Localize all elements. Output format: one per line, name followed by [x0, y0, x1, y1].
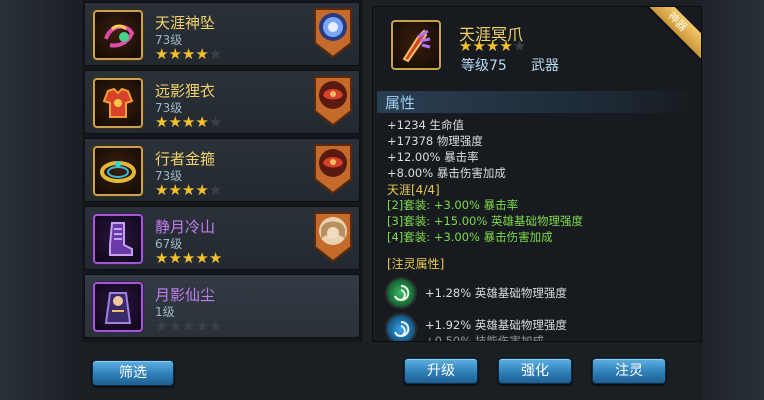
- claw-weapon-icon: [391, 20, 441, 70]
- circlet-icon: [93, 146, 143, 196]
- star-icon: ★: [181, 249, 196, 267]
- star-icon: ★: [208, 181, 223, 199]
- red-hero-badge: [313, 75, 353, 127]
- detail-type: 武器: [531, 58, 559, 74]
- star-rating: ★★★★★: [459, 37, 526, 55]
- equipment-list[interactable]: 天涯神坠 73级 ★★★★★ 远影狸衣 73级 ★★★★★ 行者金箍 73级 ★…: [82, 0, 362, 342]
- upgrade-button[interactable]: 升级: [404, 358, 478, 384]
- star-icon: ★: [168, 45, 182, 63]
- set-bonus-line: [2]套装: +3.00% 暴击率: [387, 198, 519, 212]
- enhance-button[interactable]: 强化: [498, 358, 572, 384]
- detail-level: 等级75: [461, 58, 507, 74]
- star-icon: ★: [485, 37, 500, 55]
- item-detail-panel: 神器 天涯冥爪 ★★★★★ 等级75 武器 属性 +1234 生命值 +1737…: [372, 6, 702, 342]
- star-icon: ★: [195, 181, 209, 199]
- attributes-header-bar: [377, 91, 697, 113]
- star-icon: ★: [499, 37, 513, 55]
- star-icon: ★: [208, 317, 223, 335]
- star-icon: ★: [195, 249, 209, 267]
- detail-header: 天涯冥爪 ★★★★★ 等级75 武器: [373, 7, 701, 87]
- star-icon: ★: [168, 249, 182, 267]
- stat-line: +8.00% 暴击伤害加成: [387, 166, 506, 180]
- star-icon: ★: [195, 45, 209, 63]
- robe-icon: [93, 282, 143, 332]
- action-bar: 筛选 升级 强化 注灵: [82, 342, 702, 400]
- green-spirit-icon: [387, 279, 415, 307]
- star-icon: ★: [181, 45, 196, 63]
- star-icon: ★: [512, 37, 527, 55]
- star-icon: ★: [155, 113, 169, 131]
- item-name: 天涯神坠: [155, 14, 216, 32]
- spirit-line: +1.28% 英雄基础物理强度: [425, 286, 567, 300]
- star-icon: ★: [195, 317, 209, 335]
- blue-hero-badge: [313, 7, 353, 59]
- star-icon: ★: [208, 45, 223, 63]
- star-rating: ★★★★★: [155, 113, 222, 131]
- stat-line: +12.00% 暴击率: [387, 150, 479, 164]
- item-name: 行者金箍: [155, 150, 216, 168]
- star-icon: ★: [168, 317, 182, 335]
- item-name: 远影狸衣: [155, 82, 216, 100]
- spirit-title: [注灵属性]: [387, 257, 445, 271]
- star-rating: ★★★★★: [155, 181, 222, 199]
- red-hero-badge: [313, 143, 353, 195]
- star-rating: ★★★★★: [155, 45, 222, 63]
- star-icon: ★: [208, 249, 223, 267]
- star-icon: ★: [155, 181, 169, 199]
- stat-line: +1234 生命值: [387, 118, 465, 132]
- blue-spirit-icon: [387, 315, 415, 341]
- attributes-title: 属性: [385, 94, 416, 112]
- portrait-hero-badge: [313, 211, 353, 263]
- star-icon: ★: [155, 45, 169, 63]
- star-icon: ★: [168, 113, 182, 131]
- star-icon: ★: [472, 37, 486, 55]
- filter-button[interactable]: 筛选: [92, 360, 174, 386]
- star-icon: ★: [155, 249, 169, 267]
- equipment-item[interactable]: 天涯神坠 73级 ★★★★★: [84, 2, 360, 66]
- item-name: 月影仙尘: [155, 286, 216, 304]
- stat-line: +17378 物理强度: [387, 134, 483, 148]
- set-title: 天涯[4/4]: [387, 183, 440, 197]
- star-rating: ★★★★★: [155, 317, 222, 335]
- star-icon: ★: [208, 113, 223, 131]
- set-bonus-line: [3]套装: +15.00% 英雄基础物理强度: [387, 214, 583, 228]
- equipment-item[interactable]: 远影狸衣 73级 ★★★★★: [84, 70, 360, 134]
- background-left: [0, 0, 82, 400]
- star-icon: ★: [168, 181, 182, 199]
- star-icon: ★: [195, 113, 209, 131]
- star-icon: ★: [181, 181, 196, 199]
- armor-icon: [93, 78, 143, 128]
- boots-icon: [93, 214, 143, 264]
- spirit-line: +1.92% 英雄基础物理强度: [425, 318, 567, 332]
- star-icon: ★: [181, 317, 196, 335]
- star-icon: ★: [459, 37, 473, 55]
- set-bonus-line: [4]套装: +3.00% 暴击伤害加成: [387, 230, 553, 244]
- spirit-line-clipped: +0.50% 技能伤害加成: [425, 334, 544, 342]
- infuse-button[interactable]: 注灵: [592, 358, 666, 384]
- star-icon: ★: [181, 113, 196, 131]
- star-rating: ★★★★★: [155, 249, 222, 267]
- item-name: 静月冷山: [155, 218, 216, 236]
- equipment-item[interactable]: 月影仙尘 1级 ★★★★★: [84, 274, 360, 338]
- equipment-item[interactable]: 行者金箍 73级 ★★★★★: [84, 138, 360, 202]
- equipment-item[interactable]: 静月冷山 67级 ★★★★★: [84, 206, 360, 270]
- star-icon: ★: [155, 317, 169, 335]
- pendant-icon: [93, 10, 143, 60]
